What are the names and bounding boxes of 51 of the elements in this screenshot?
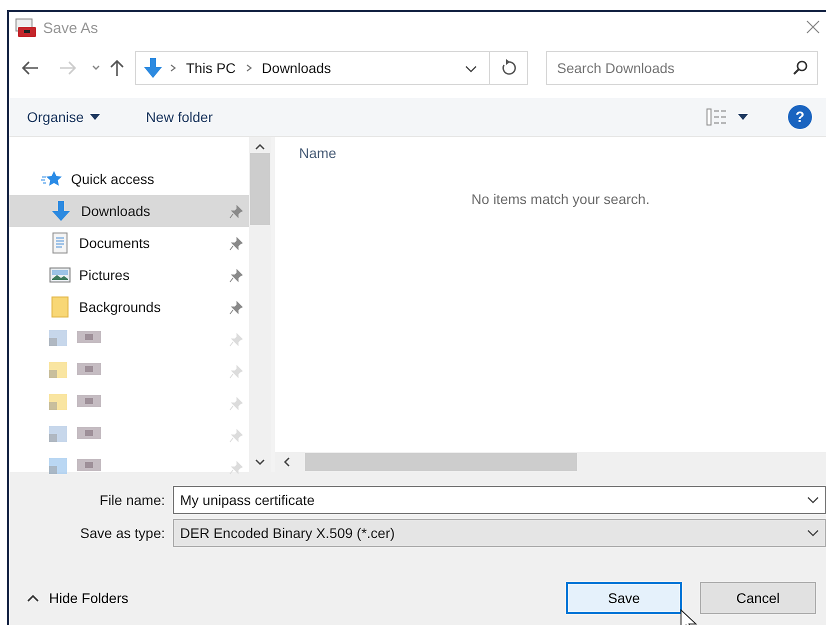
window-title: Save As [43,20,98,36]
scroll-up-icon[interactable] [255,143,265,151]
hide-folders-button[interactable]: Hide Folders [21,589,134,607]
sidebar-item[interactable]: Backgrounds [9,291,249,323]
field-label: Save as type: [79,525,166,541]
pixelated-item [49,394,101,412]
star-icon [41,170,63,188]
scroll-down-icon[interactable] [255,458,265,466]
file-type-dropdown[interactable]: DER Encoded Binary X.509 (*.cer) [173,519,826,547]
help-button[interactable]: ? [788,105,812,129]
caret-icon [90,114,100,120]
breadcrumb[interactable]: Downloads [258,60,336,76]
dropdown-icon[interactable] [807,529,819,537]
empty-message: No items match your search. [471,191,650,207]
caret-icon [738,114,748,120]
chevron-icon [27,594,39,602]
new-folder-button[interactable]: New folder [142,107,217,127]
cancel-button[interactable]: Cancel [700,582,816,614]
sidebar-item[interactable]: Documents [9,227,249,259]
scroll-thumb[interactable] [305,453,577,471]
file-name-field[interactable]: My unipass certificate [173,486,826,514]
save-button[interactable]: Save [566,582,682,614]
view-options-button[interactable] [706,108,748,126]
search-field[interactable]: Search Downloads [546,51,818,85]
column-header[interactable]: Name [299,145,336,161]
field-label: File name: [98,492,166,508]
scroll-thumb[interactable] [250,153,270,225]
chevron-icon [170,64,176,72]
caret-icon [91,65,101,71]
address-bar[interactable]: This PC Downloads [135,51,528,85]
folder-icon [49,296,71,318]
toolbox-icon [15,18,37,38]
download-arrow-icon [49,200,73,222]
sidebar-item[interactable]: Pictures [9,259,249,291]
download-arrow-icon [142,57,164,79]
sidebar-item[interactable]: Downloads [9,195,249,227]
pixelated-item [49,426,101,444]
breadcrumb[interactable]: This PC [182,60,240,76]
dropdown-icon[interactable] [465,65,477,73]
dropdown-icon[interactable] [807,496,819,504]
picture-icon [49,266,71,284]
organise-button[interactable]: Organise [23,107,104,127]
sidebar-item[interactable]: Quick access [9,163,249,195]
close-icon [806,20,820,34]
refresh-icon [502,58,516,74]
pixelated-item [49,362,101,380]
scroll-left-icon[interactable] [283,457,291,467]
pixelated-item [49,458,101,476]
pixelated-item [49,330,101,348]
search-icon [792,60,808,76]
chevron-icon [246,64,252,72]
